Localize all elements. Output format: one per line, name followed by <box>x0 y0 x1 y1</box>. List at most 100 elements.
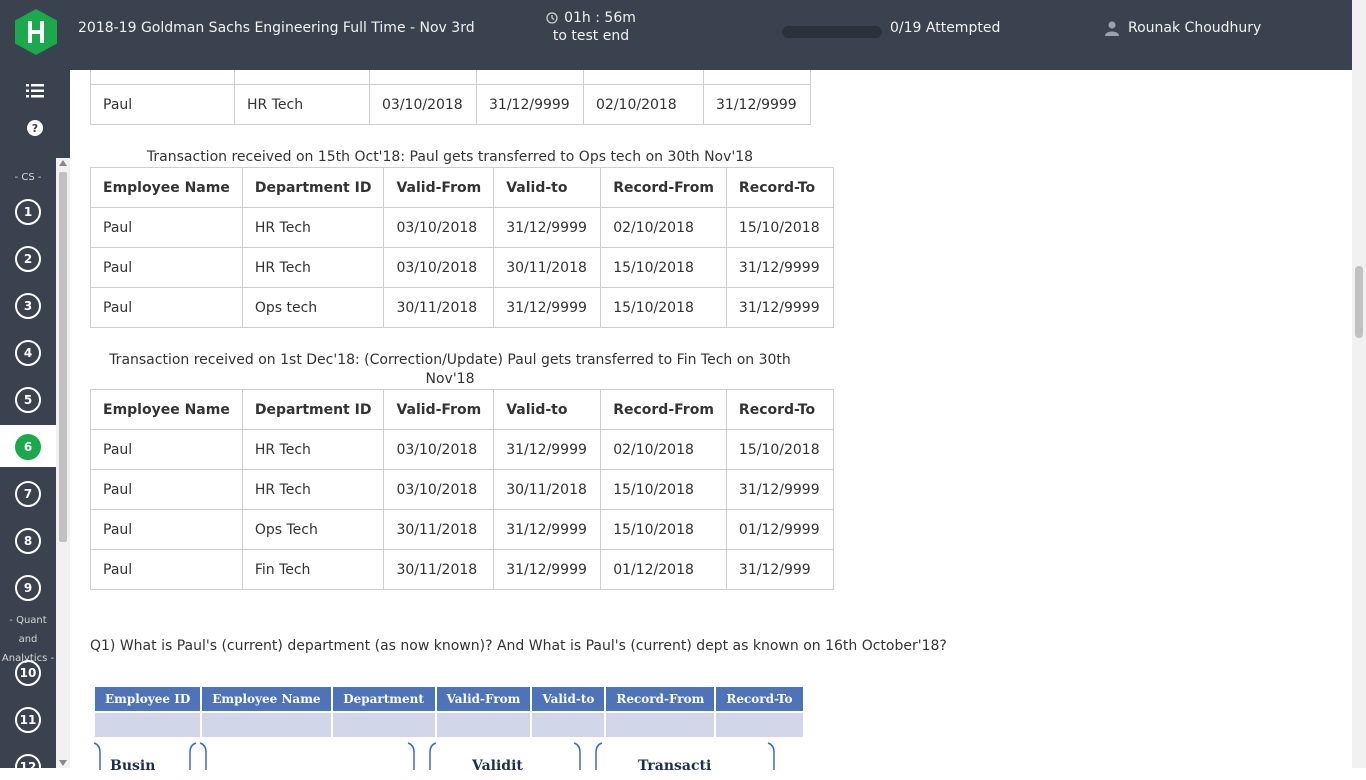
table-cell: 30/11/2018 <box>383 549 495 590</box>
table-cell <box>330 711 437 739</box>
table-cell: HR Tech <box>241 469 385 510</box>
question-list-button[interactable] <box>22 78 48 104</box>
sidebar-scrollbar-thumb[interactable] <box>59 172 67 542</box>
question-content: Paul HR Tech 03/10/2018 31/12/9999 02/10… <box>90 0 1340 774</box>
table-cell: 30/11/2018 <box>493 247 602 288</box>
question-text: Q1) What is Paul's (current) department … <box>90 638 947 654</box>
table-cell <box>714 711 805 739</box>
history-table-1: Employee Name Department ID Valid-From V… <box>90 167 834 328</box>
table-cell: 01/12/9999 <box>725 509 834 550</box>
user-menu[interactable]: Rounak Choudhury <box>1104 20 1261 36</box>
test-title: 2018-19 Goldman Sachs Engineering Full T… <box>78 20 475 36</box>
table-cell: 30/11/2018 <box>493 469 602 510</box>
brace-label-transaction: Transacti <box>638 758 712 774</box>
column-header: Department ID <box>241 167 385 208</box>
table-row: Paul Ops Tech 30/11/2018 31/12/9999 15/1… <box>90 509 834 550</box>
table-cell <box>200 711 333 739</box>
history-table-2: Employee Name Department ID Valid-From V… <box>90 389 834 590</box>
column-header: Record-To <box>725 167 834 208</box>
table-cell: 31/12/9999 <box>493 207 602 248</box>
column-header: Valid-From <box>383 167 495 208</box>
user-icon <box>1105 21 1119 36</box>
question-nav-10[interactable]: 10 <box>15 660 41 686</box>
question-nav-5[interactable]: 5 <box>15 387 41 413</box>
table-cell: HR Tech <box>234 84 370 125</box>
question-nav-4[interactable]: 4 <box>15 340 41 366</box>
table-cell: Paul <box>90 247 243 288</box>
timer-label: to test end <box>552 28 630 44</box>
question-nav-2[interactable]: 2 <box>15 246 41 272</box>
column-header: Valid-From <box>383 389 495 430</box>
table-cell: Paul <box>90 207 243 248</box>
table-cell: 15/10/2018 <box>600 469 727 510</box>
table-cell: 31/12/9999 <box>725 247 834 288</box>
table-row: Paul HR Tech 03/10/2018 30/11/2018 15/10… <box>90 469 834 510</box>
table-cell: 31/12/9999 <box>703 84 811 125</box>
help-icon: ? <box>27 120 43 136</box>
column-header: Record-From <box>604 685 717 713</box>
transaction-caption-2-line1: Transaction received on 1st Dec'18: (Cor… <box>109 352 791 368</box>
table-cell: 31/12/9999 <box>476 84 584 125</box>
section-label-quant-line1: - Quant and <box>9 615 47 645</box>
scroll-down-arrow-icon[interactable] <box>59 760 67 766</box>
table-cell: 03/10/2018 <box>383 469 495 510</box>
sidebar-scrollbar[interactable] <box>56 158 70 768</box>
question-sidebar: ? - CS - 1 2 3 4 5 6 7 8 9 - Quant and A… <box>0 70 70 780</box>
question-nav-3[interactable]: 3 <box>15 293 41 319</box>
scroll-up-arrow-icon[interactable] <box>59 160 67 166</box>
table-cell: 15/10/2018 <box>725 207 834 248</box>
table-row: Paul Ops tech 30/11/2018 31/12/9999 15/1… <box>90 287 834 328</box>
column-header: Valid-to <box>493 389 602 430</box>
table-cell: 31/12/9999 <box>493 429 602 470</box>
table-cell: Ops Tech <box>241 509 385 550</box>
question-nav-12[interactable]: 12 <box>15 754 41 780</box>
table-cell: 31/12/9999 <box>493 549 602 590</box>
user-name: Rounak Choudhury <box>1128 20 1262 36</box>
table-cell <box>604 711 717 739</box>
table-cell: Fin Tech <box>241 549 385 590</box>
table-cell: 15/10/2018 <box>600 287 727 328</box>
table-row: Paul HR Tech 03/10/2018 31/12/9999 02/10… <box>90 429 834 470</box>
table-cell: Paul <box>90 287 243 328</box>
column-header: Employee ID <box>92 685 203 713</box>
timer-value: 01h : 56m <box>564 10 636 26</box>
section-label-cs: - CS - <box>14 172 42 183</box>
table-cell: Ops tech <box>241 287 385 328</box>
column-header: Valid-to <box>493 167 602 208</box>
table-cell: 15/10/2018 <box>600 509 727 550</box>
table-cell: 03/10/2018 <box>383 429 495 470</box>
transaction-caption-1: Transaction received on 15th Oct'18: Pau… <box>146 149 754 165</box>
table-cell: 15/10/2018 <box>725 429 834 470</box>
question-nav-8[interactable]: 8 <box>15 528 41 554</box>
table-cell: 03/10/2018 <box>383 207 495 248</box>
column-header: Department ID <box>241 389 385 430</box>
table-header-row: Employee Name Department ID Valid-From V… <box>90 389 834 430</box>
question-nav-7[interactable]: 7 <box>15 481 41 507</box>
hackerrank-logo-icon[interactable] <box>15 9 57 55</box>
table-cell: 03/10/2018 <box>369 84 477 125</box>
test-timer: 01h : 56m to test end <box>540 10 642 44</box>
column-header: Employee Name <box>90 389 243 430</box>
table-header-row: Employee ID Employee Name Department Val… <box>92 685 805 713</box>
question-nav-9[interactable]: 9 <box>15 575 41 601</box>
question-nav-1[interactable]: 1 <box>15 199 41 225</box>
help-button[interactable]: ? <box>22 115 48 141</box>
clock-icon <box>546 12 558 24</box>
table-row: Paul HR Tech 03/10/2018 31/12/9999 02/10… <box>90 207 834 248</box>
page-scrollbar[interactable] <box>1352 0 1366 768</box>
brace-label-validity: Validit <box>472 758 523 774</box>
table-cell: 31/12/9999 <box>725 287 834 328</box>
table-cell: 01/12/2018 <box>600 549 727 590</box>
column-header: Department <box>330 685 437 713</box>
table-cell: Paul <box>90 549 243 590</box>
top-bar: 2018-19 Goldman Sachs Engineering Full T… <box>0 0 1352 70</box>
table-cell: HR Tech <box>241 207 385 248</box>
table-cell: Paul <box>90 429 243 470</box>
page-scrollbar-thumb[interactable] <box>1355 266 1363 338</box>
question-nav-11[interactable]: 11 <box>15 707 41 733</box>
table-cell: HR Tech <box>241 247 385 288</box>
table-cell: Paul <box>90 469 243 510</box>
table-row: Paul HR Tech 03/10/2018 31/12/9999 02/10… <box>90 84 811 125</box>
question-nav-6[interactable]: 6 <box>15 434 41 460</box>
table-cell <box>92 711 203 739</box>
